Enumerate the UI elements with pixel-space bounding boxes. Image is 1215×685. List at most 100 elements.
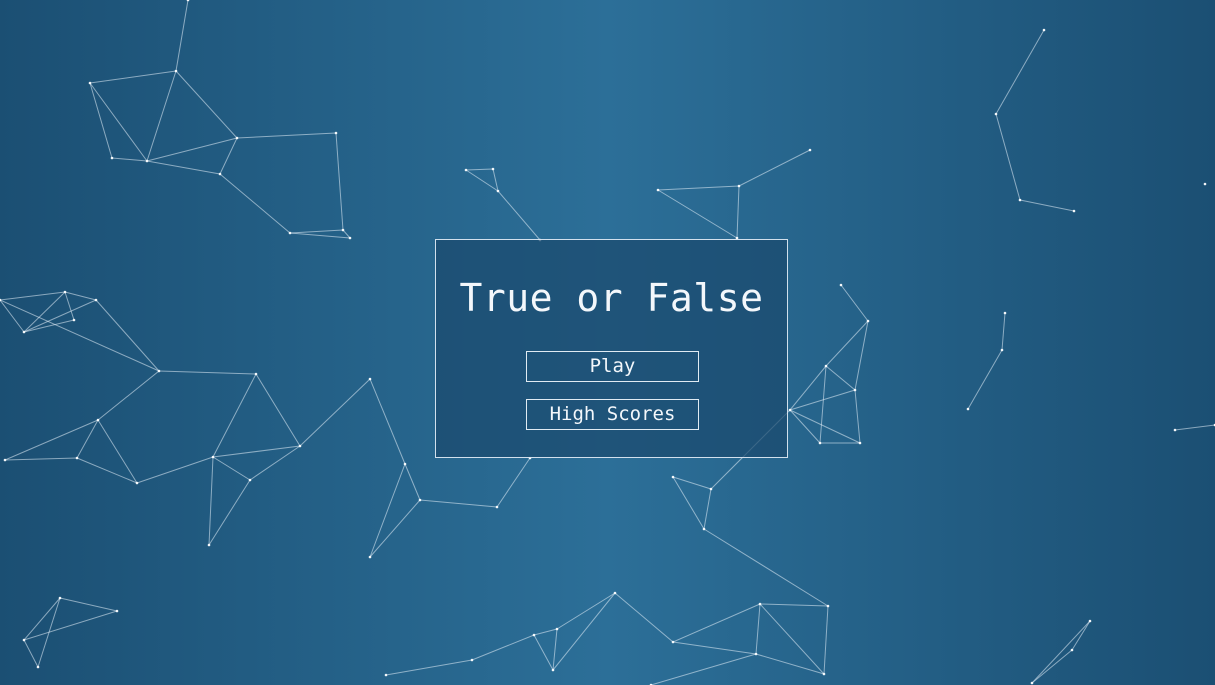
network-node bbox=[839, 283, 843, 287]
network-node bbox=[656, 188, 660, 192]
network-node bbox=[88, 81, 92, 85]
network-edge bbox=[369, 378, 406, 465]
network-node bbox=[157, 369, 161, 373]
network-edge bbox=[146, 160, 221, 175]
network-edge bbox=[995, 113, 1021, 201]
network-node bbox=[63, 290, 67, 294]
network-node bbox=[496, 189, 500, 193]
network-edge bbox=[650, 653, 757, 685]
network-edge bbox=[97, 419, 138, 484]
network-node bbox=[1003, 311, 1007, 315]
network-edge bbox=[672, 641, 757, 655]
network-edge bbox=[212, 373, 257, 458]
network-node bbox=[36, 665, 40, 669]
network-edge bbox=[4, 419, 99, 461]
network-edge bbox=[136, 456, 214, 484]
network-node bbox=[1000, 348, 1004, 352]
network-node bbox=[551, 668, 555, 672]
network-edge bbox=[819, 365, 827, 444]
network-node bbox=[495, 505, 499, 509]
network-edge bbox=[0, 291, 66, 301]
network-edge bbox=[369, 463, 406, 558]
network-edge bbox=[404, 463, 421, 501]
network-edge bbox=[212, 456, 251, 481]
network-edge bbox=[219, 173, 291, 234]
network-edge bbox=[23, 610, 118, 641]
network-edge bbox=[59, 597, 118, 612]
network-node bbox=[754, 652, 758, 656]
network-edge bbox=[840, 284, 869, 322]
network-edge bbox=[342, 229, 351, 239]
network-node bbox=[254, 372, 258, 376]
network-edge bbox=[419, 499, 498, 508]
network-node bbox=[22, 638, 26, 642]
network-edge bbox=[854, 389, 861, 444]
network-node bbox=[824, 364, 828, 368]
network-node bbox=[218, 172, 222, 176]
network-edge bbox=[496, 457, 531, 508]
network-edge bbox=[789, 365, 827, 411]
network-edge bbox=[854, 320, 869, 391]
network-node bbox=[758, 602, 762, 606]
network-edge bbox=[89, 82, 113, 159]
network-edge bbox=[657, 185, 740, 191]
network-edge bbox=[1001, 312, 1006, 351]
network-node bbox=[1088, 619, 1092, 623]
network-node bbox=[235, 136, 239, 140]
network-edge bbox=[37, 597, 61, 668]
network-node bbox=[737, 184, 741, 188]
network-node bbox=[174, 69, 178, 73]
network-node bbox=[298, 444, 302, 448]
network-edge bbox=[556, 592, 616, 630]
network-node bbox=[1070, 648, 1074, 652]
network-node bbox=[532, 633, 536, 637]
network-edge bbox=[23, 597, 61, 641]
network-edge bbox=[95, 299, 160, 372]
network-node bbox=[110, 156, 114, 160]
network-edge bbox=[64, 291, 75, 321]
network-node bbox=[22, 330, 26, 334]
network-node bbox=[207, 543, 211, 547]
network-edge bbox=[0, 299, 160, 372]
network-node bbox=[418, 498, 422, 502]
network-node bbox=[818, 441, 822, 445]
network-edge bbox=[23, 639, 39, 668]
network-edge bbox=[703, 528, 829, 607]
network-node bbox=[788, 408, 792, 412]
network-node bbox=[491, 167, 495, 171]
network-edge bbox=[759, 603, 825, 675]
network-node bbox=[115, 609, 119, 613]
network-edge bbox=[76, 457, 138, 484]
network-node bbox=[853, 388, 857, 392]
network-edge bbox=[736, 185, 740, 239]
network-node bbox=[1072, 209, 1076, 213]
network-node bbox=[368, 555, 372, 559]
network-node bbox=[671, 475, 675, 479]
network-edge bbox=[823, 605, 829, 675]
network-node bbox=[368, 377, 372, 381]
network-edge bbox=[299, 378, 371, 447]
network-edge bbox=[552, 628, 558, 671]
network-node bbox=[1018, 198, 1022, 202]
network-node bbox=[702, 527, 706, 531]
network-node bbox=[403, 462, 407, 466]
network-edge bbox=[672, 603, 761, 643]
network-node bbox=[826, 604, 830, 608]
network-node bbox=[58, 596, 62, 600]
network-edge bbox=[738, 149, 811, 187]
network-edge bbox=[236, 132, 337, 139]
network-node bbox=[75, 456, 79, 460]
network-edge bbox=[97, 370, 160, 421]
network-node bbox=[822, 672, 826, 676]
network-node bbox=[470, 658, 474, 662]
high-scores-button[interactable]: High Scores bbox=[526, 399, 699, 430]
network-edge bbox=[552, 592, 616, 671]
network-edge bbox=[64, 291, 97, 301]
network-edge bbox=[825, 320, 869, 367]
network-edge bbox=[471, 634, 535, 661]
network-edge bbox=[208, 479, 251, 546]
network-node bbox=[866, 319, 870, 323]
play-button[interactable]: Play bbox=[526, 351, 699, 382]
network-node bbox=[248, 478, 252, 482]
network-edge bbox=[967, 349, 1003, 410]
